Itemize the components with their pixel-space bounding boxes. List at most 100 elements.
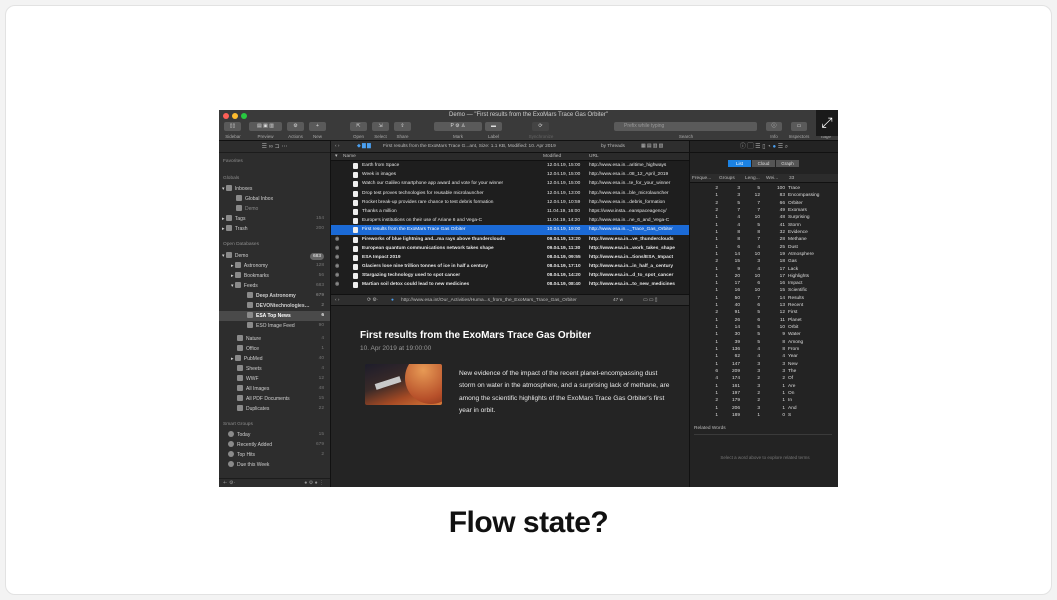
word-row[interactable]: 1 50 7 14 Results: [690, 295, 838, 302]
back-forward-icon[interactable]: ‹ ›: [335, 141, 340, 153]
word-row[interactable]: 1 14 5 10 Orbit: [690, 324, 838, 331]
sidebar-item-office[interactable]: Office 1: [219, 344, 330, 354]
word-row[interactable]: 1 62 4 4 Year: [690, 353, 838, 360]
new-button[interactable]: +: [309, 122, 326, 131]
word-row[interactable]: 1 14 10 19 Atmosphere: [690, 251, 838, 258]
sidebar-item-feeds[interactable]: ▾ Feeds 683: [219, 281, 330, 291]
preview-mode-icons[interactable]: ▭ ▭ ▯: [643, 295, 657, 306]
word-row[interactable]: 1 147 3 3 New: [690, 361, 838, 368]
column-weight[interactable]: Wei...: [766, 176, 778, 181]
mark-button[interactable]: P ⚙ ♙: [434, 122, 482, 131]
word-row[interactable]: 1 17 6 16 Impact: [690, 280, 838, 287]
word-row[interactable]: 2 7 7 49 Exomars: [690, 207, 838, 214]
sidebar-item-pubmed[interactable]: ▸ PubMed 40: [219, 354, 330, 364]
back-forward-icon[interactable]: ‹ ›: [335, 295, 340, 306]
actions-button[interactable]: ⚙: [287, 122, 304, 131]
sidebar-item-sheets[interactable]: Sheets 4: [219, 364, 330, 374]
table-row[interactable]: Week in images 12.04.19, 15:00 http://www.…: [331, 170, 689, 179]
sidebar-item-bookmarks[interactable]: ▸ Bookmarks 56: [219, 271, 330, 281]
sidebar-item-trash[interactable]: ▸ Trash 200: [219, 224, 330, 234]
table-row[interactable]: First results from the ExoMars Trace Gas…: [331, 225, 689, 235]
sidebar-item-all-images[interactable]: All Images 48: [219, 384, 330, 394]
word-row[interactable]: 2 15 3 18 Gas: [690, 258, 838, 265]
sidebar-item-global-inbox[interactable]: Global Inbox: [219, 194, 330, 204]
word-row[interactable]: 1 161 3 1 Are: [690, 383, 838, 390]
sidebar-item-duplicates[interactable]: Duplicates 22: [219, 404, 330, 414]
word-row[interactable]: 2 179 2 1 In: [690, 397, 838, 404]
sidebar-item-all-pdf-documents[interactable]: All PDF Documents 15: [219, 394, 330, 404]
tab-graph[interactable]: Graph: [776, 160, 799, 167]
sort-arrow-icon[interactable]: ▾: [335, 154, 337, 159]
sidebar-view-toggles[interactable]: ☰ ∞ ⊐ ⋯: [219, 141, 330, 153]
table-row[interactable]: ◉ Fireworks of blue lightning and...ma ra…: [331, 235, 689, 244]
table-row[interactable]: Drop test proves technologies for reusab…: [331, 189, 689, 198]
word-row[interactable]: 1 26 6 11 Planet: [690, 317, 838, 324]
sidebar-item-top-hits[interactable]: Top Hits 2: [219, 450, 330, 460]
word-row[interactable]: 2 5 7 66 Orbiter: [690, 200, 838, 207]
column-groups[interactable]: Groups: [719, 176, 735, 181]
word-row[interactable]: 1 8 8 32 Evidence: [690, 229, 838, 236]
sidebar-item-nature[interactable]: Nature 4: [219, 334, 330, 344]
word-row[interactable]: 6 209 3 3 The: [690, 368, 838, 375]
word-row[interactable]: 1 40 6 13 Recent: [690, 302, 838, 309]
word-row[interactable]: 1 16 10 15 Scientific: [690, 287, 838, 294]
preview-button[interactable]: ▤ ▣ ▥: [249, 122, 282, 131]
word-row[interactable]: 1 20 10 17 Highlights: [690, 273, 838, 280]
column-frequency[interactable]: Freque...: [692, 176, 711, 181]
word-row[interactable]: 1 3 12 83 Encompassing: [690, 192, 838, 199]
sidebar-item-due-this-week[interactable]: Due this Week: [219, 460, 330, 470]
sidebar-item-deep-astronomy[interactable]: Deep Astronomy 679: [219, 291, 330, 301]
sidebar-item-demo-inbox[interactable]: Demo: [219, 204, 330, 214]
tab-list[interactable]: List: [728, 160, 751, 167]
word-row[interactable]: 1 197 2 1 On: [690, 390, 838, 397]
share-button[interactable]: ⇧: [394, 122, 411, 131]
column-length[interactable]: Leng...: [745, 176, 760, 181]
open-button[interactable]: ⇱: [350, 122, 367, 131]
table-row[interactable]: ◉ Glaciers lose nine trillion tonnes of i…: [331, 262, 689, 271]
table-row[interactable]: Watch our Galileo smartphone app award a…: [331, 179, 689, 188]
sidebar-item-astronomy[interactable]: ▸ Astronomy 128: [219, 261, 330, 271]
table-row[interactable]: Earth from Space 12.04.19, 15:00 http://ww…: [331, 161, 689, 170]
word-row[interactable]: 4 174 2 2 Of: [690, 375, 838, 382]
word-row[interactable]: 1 189 1 0 S: [690, 412, 838, 419]
sidebar-button[interactable]: ▯▯: [224, 122, 241, 131]
page-url[interactable]: http://www.esa.int/Our_Activities/Huma..…: [401, 295, 577, 306]
word-row[interactable]: 1 8 7 28 Methane: [690, 236, 838, 243]
sort-menu[interactable]: by Threads: [601, 141, 625, 153]
column-modified[interactable]: Modified: [543, 154, 561, 159]
sidebar-item-inboxes[interactable]: ▾ Inboxes: [219, 184, 330, 194]
word-row[interactable]: 1 4 10 48 Surprising: [690, 214, 838, 221]
table-row[interactable]: Europe's institutions on their use of Ar…: [331, 216, 689, 225]
tab-cloud[interactable]: Cloud: [752, 160, 775, 167]
table-row[interactable]: ◉ ESA Impact 2019 08.04.19, 09:55 http://ww…: [331, 253, 689, 262]
synchronize-button[interactable]: ⟳: [532, 122, 549, 131]
word-row[interactable]: 2 3 5 100 Trace: [690, 185, 838, 192]
label-button[interactable]: ▬: [485, 122, 502, 131]
sidebar-item-devontechnologies[interactable]: DEVONtechnologies… 2: [219, 301, 330, 311]
search-input[interactable]: Prefix while typing: [614, 122, 757, 131]
sidebar-item-demo-database[interactable]: ▾ Demo 683: [219, 251, 330, 261]
column-url[interactable]: URL: [589, 154, 599, 159]
sidebar-item-eso-image-feed[interactable]: ESO Image Feed 90: [219, 321, 330, 331]
sidebar-item-esa-top-news[interactable]: ESA Top News 6: [219, 311, 330, 321]
word-row[interactable]: 1 6 4 25 Dust: [690, 244, 838, 251]
sidebar-item-wwf[interactable]: WWF 12: [219, 374, 330, 384]
word-row[interactable]: 2 91 5 12 First: [690, 309, 838, 316]
reload-icon[interactable]: ⟳ ⚙·: [367, 295, 378, 306]
table-row[interactable]: Thanks a million 11.04.19, 16:00 https://w…: [331, 207, 689, 216]
sidebar-bottom-bar[interactable]: +· ⚙· ● ⚙ ● ⋮: [219, 478, 330, 487]
table-row[interactable]: Rocket break-up provides rare chance to …: [331, 198, 689, 207]
view-icons[interactable]: ◆ ▇ ▇: [357, 141, 371, 153]
layout-icons[interactable]: ▦ ▤ ▥ ▧: [641, 141, 663, 153]
sidebar-item-today[interactable]: Today 15: [219, 430, 330, 440]
expand-icon[interactable]: ⤢: [816, 110, 838, 136]
sidebar-item-recently-added[interactable]: Recently Added 679: [219, 440, 330, 450]
select-button[interactable]: ⇲: [372, 122, 389, 131]
word-row[interactable]: 1 9 4 17 Lack: [690, 266, 838, 273]
table-row[interactable]: ◉ European quantum communications network…: [331, 244, 689, 253]
word-row[interactable]: 1 206 3 1 And: [690, 405, 838, 412]
column-name[interactable]: Name: [343, 154, 356, 159]
word-row[interactable]: 1 136 4 8 From: [690, 346, 838, 353]
sidebar-item-tags[interactable]: ▸ Tags 154: [219, 214, 330, 224]
table-row[interactable]: ◉ Stargazing technology used to spot canc…: [331, 271, 689, 280]
